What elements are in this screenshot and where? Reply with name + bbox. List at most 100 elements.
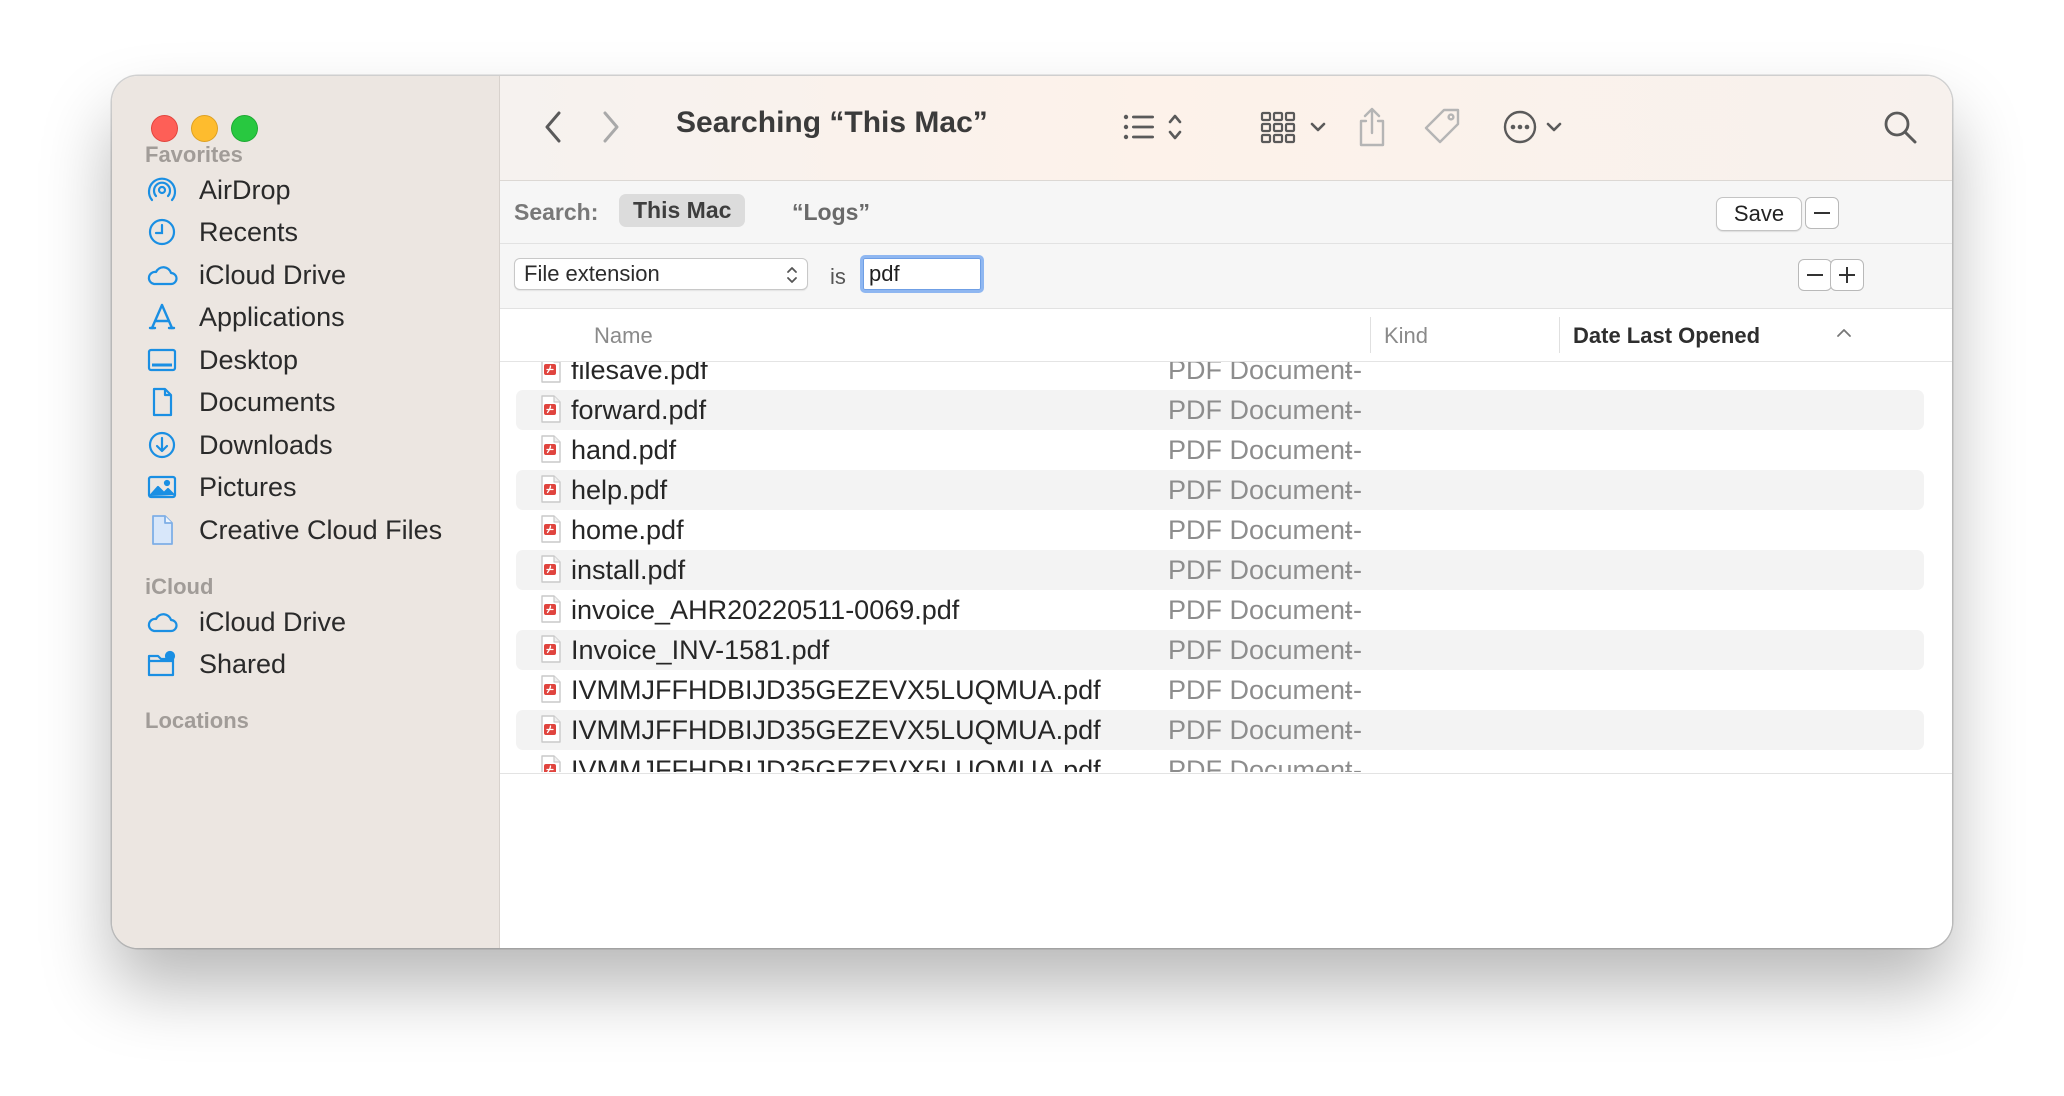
table-row[interactable]: forward.pdf PDF Document -- — [516, 390, 1924, 430]
minimize-window-button[interactable] — [191, 115, 218, 142]
clock-icon — [145, 215, 179, 249]
sidebar-item-airdrop[interactable]: AirDrop — [145, 168, 475, 212]
file-kind: PDF Document — [1168, 555, 1353, 585]
sidebar-item-creative-cloud-files[interactable]: Creative Cloud Files — [145, 508, 475, 552]
column-header: Name Kind Date Last Opened — [500, 309, 1952, 362]
sidebar-item-label: iCloud Drive — [199, 259, 347, 290]
save-search-button[interactable]: Save — [1716, 197, 1802, 231]
sidebar-item-desktop[interactable]: Desktop — [145, 338, 475, 382]
view-options-button[interactable] — [1122, 102, 1192, 152]
table-row[interactable]: IVMMJFFHDBIJD35GEZEVX5LUQMUA.pdf PDF Docu… — [516, 710, 1924, 750]
file-date-last-opened: -- — [1344, 475, 1362, 505]
sidebar-item-applications[interactable]: Applications — [145, 295, 475, 339]
file-name: filesave.pdf — [571, 362, 708, 385]
file-kind: PDF Document — [1168, 475, 1353, 505]
sidebar-item-label: iCloud Drive — [199, 606, 347, 637]
file-date-last-opened: -- — [1344, 555, 1362, 585]
pdf-file-icon — [540, 555, 562, 590]
search-scope-bar: Search: This Mac “Logs” Save — [500, 181, 1952, 244]
sidebar-item-label: Downloads — [199, 429, 333, 460]
file-list: filesave.pdf PDF Document -- forward.pdf PDF… — [500, 362, 1952, 772]
file-date-last-opened: -- — [1344, 362, 1362, 385]
desktop-icon — [145, 343, 179, 377]
table-row[interactable]: filesave.pdf PDF Document -- — [516, 362, 1924, 390]
table-row[interactable]: install.pdf PDF Document -- — [516, 550, 1924, 590]
search-criteria-row: File extension is — [500, 244, 1952, 309]
close-window-button[interactable] — [151, 115, 178, 142]
list-view-icon — [1123, 114, 1182, 140]
chevron-left-icon — [545, 111, 561, 143]
share-icon — [1359, 107, 1385, 147]
sidebar-item-label: Applications — [199, 301, 345, 332]
sort-ascending-icon — [1837, 329, 1851, 337]
sidebar-item-pictures[interactable]: Pictures — [145, 465, 475, 509]
cloud-icon — [145, 605, 179, 639]
airdrop-icon — [145, 173, 179, 207]
sidebar-item-label: Documents — [199, 386, 336, 417]
criteria-value-input[interactable] — [860, 255, 984, 293]
scope-this-mac[interactable]: This Mac — [619, 194, 746, 227]
file-name: hand.pdf — [571, 435, 677, 465]
minus-icon — [1807, 274, 1823, 276]
sidebar-item-label: Pictures — [199, 471, 297, 502]
pdf-file-icon — [540, 395, 562, 430]
sidebar-item-label: Recents — [199, 216, 299, 247]
sidebar-item-label: Creative Cloud Files — [199, 514, 443, 545]
table-row[interactable]: IVMMJFFHDBIJD35GEZEVX5LUQMUA.pdf PDF Docu… — [516, 750, 1924, 772]
pdf-file-icon — [540, 755, 562, 772]
file-icon — [145, 513, 179, 547]
file-name: IVMMJFFHDBIJD35GEZEVX5LUQMUA.pdf — [571, 715, 1101, 745]
table-row[interactable]: home.pdf PDF Document -- — [516, 510, 1924, 550]
group-button[interactable] — [1258, 102, 1336, 152]
grid-icon — [1260, 111, 1326, 144]
tag-button[interactable] — [1420, 102, 1464, 152]
table-row[interactable]: hand.pdf PDF Document -- — [516, 430, 1924, 470]
add-criteria-button[interactable] — [1830, 259, 1864, 291]
chevron-right-icon — [603, 111, 619, 143]
action-button[interactable] — [1500, 102, 1570, 152]
zoom-window-button[interactable] — [231, 115, 258, 142]
back-button[interactable] — [538, 102, 568, 152]
share-button[interactable] — [1352, 102, 1392, 152]
criteria-attribute-select[interactable]: File extension — [514, 258, 808, 290]
file-name: IVMMJFFHDBIJD35GEZEVX5LUQMUA.pdf — [571, 755, 1101, 772]
search-button[interactable] — [1880, 102, 1920, 152]
sidebar-item-icloud-drive[interactable]: iCloud Drive — [145, 253, 475, 297]
column-date-last-opened[interactable]: Date Last Opened — [1573, 323, 1760, 349]
remove-search-button[interactable] — [1805, 197, 1839, 229]
file-name: IVMMJFFHDBIJD35GEZEVX5LUQMUA.pdf — [571, 675, 1101, 705]
file-name: help.pdf — [571, 475, 668, 505]
plus-icon — [1839, 267, 1855, 283]
table-row[interactable]: help.pdf PDF Document -- — [516, 470, 1924, 510]
file-kind: PDF Document — [1168, 595, 1353, 625]
column-kind[interactable]: Kind — [1384, 323, 1428, 349]
file-date-last-opened: -- — [1344, 635, 1362, 665]
file-name: invoice_AHR20220511-0069.pdf — [571, 595, 960, 625]
pdf-file-icon — [540, 635, 562, 670]
shared-folder-icon — [145, 647, 179, 681]
file-kind: PDF Document — [1168, 435, 1353, 465]
table-row[interactable]: invoice_AHR20220511-0069.pdf PDF Document… — [516, 590, 1924, 630]
sidebar-item-downloads[interactable]: Downloads — [145, 423, 475, 467]
sidebar-item-documents[interactable]: Documents — [145, 380, 475, 424]
file-name: install.pdf — [571, 555, 686, 585]
file-kind: PDF Document — [1168, 395, 1353, 425]
sidebar-item-recents[interactable]: Recents — [145, 210, 475, 254]
remove-criteria-button[interactable] — [1798, 259, 1832, 291]
column-name[interactable]: Name — [594, 323, 653, 349]
forward-button[interactable] — [596, 102, 626, 152]
pdf-file-icon — [540, 595, 562, 630]
sidebar-item-icloud-drive-2[interactable]: iCloud Drive — [145, 600, 475, 644]
criteria-operator: is — [830, 264, 846, 289]
pdf-file-icon — [540, 515, 562, 550]
sidebar-heading-locations: Locations — [145, 708, 249, 733]
chevron-up-down-icon — [787, 267, 797, 283]
table-row[interactable]: IVMMJFFHDBIJD35GEZEVX5LUQMUA.pdf PDF Docu… — [516, 670, 1924, 710]
sidebar-item-shared[interactable]: Shared — [145, 642, 475, 686]
file-name: Invoice_INV-1581.pdf — [571, 635, 830, 665]
column-divider[interactable] — [1370, 317, 1371, 353]
document-icon — [145, 385, 179, 419]
column-divider[interactable] — [1559, 317, 1560, 353]
table-row[interactable]: Invoice_INV-1581.pdf PDF Document -- — [516, 630, 1924, 670]
scope-logs[interactable]: “Logs” — [792, 199, 870, 226]
